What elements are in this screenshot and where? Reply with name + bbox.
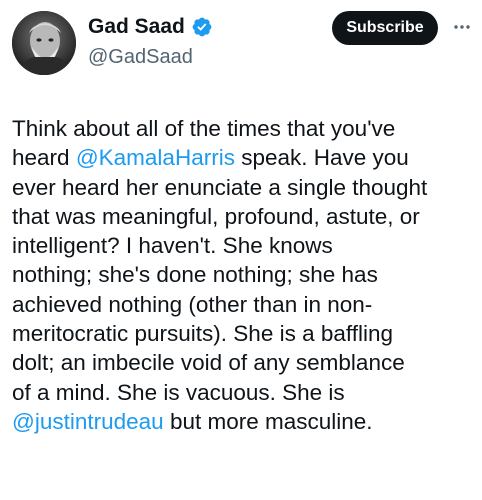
verified-badge-icon xyxy=(191,16,213,38)
tweet-text-line: @justintrudeau but more masculine. xyxy=(12,407,480,436)
tweet-text-line: meritocratic pursuits). She is a bafflin… xyxy=(12,319,480,348)
tweet-header: Gad Saad @GadSaad Subscribe xyxy=(0,0,482,80)
tweet-text-segment: dolt; an imbecile void of any semblance xyxy=(12,350,405,376)
tweet-text-line: ever heard her enunciate a single though… xyxy=(12,173,480,202)
mention-link[interactable]: @justintrudeau xyxy=(12,409,164,434)
tweet-text-segment: but more masculine. xyxy=(163,408,373,434)
author-display-name[interactable]: Gad Saad xyxy=(88,13,185,41)
tweet-text-line: Think about all of the times that you've xyxy=(12,114,480,143)
tweet-text-segment: speak. Have you xyxy=(234,145,409,171)
tweet-text-line: nothing; she's done nothing; she has xyxy=(12,260,480,289)
tweet-text-segment: meritocratic pursuits). She is a bafflin… xyxy=(12,321,393,347)
author-handle[interactable]: @GadSaad xyxy=(88,44,193,70)
tweet-text-segment: of a mind. She is vacuous. She is xyxy=(12,379,345,405)
author-avatar[interactable] xyxy=(12,11,76,75)
mention-link[interactable]: @KamalaHarris xyxy=(76,145,235,170)
tweet-text: Think about all of the times that you've… xyxy=(12,114,480,436)
tweet-text-line: achieved nothing (other than in non- xyxy=(12,290,480,319)
tweet-text-line: that was meaningful, profound, astute, o… xyxy=(12,202,480,231)
tweet-text-segment: achieved nothing (other than in non- xyxy=(12,291,373,317)
subscribe-button[interactable]: Subscribe xyxy=(332,11,438,45)
tweet-text-line: of a mind. She is vacuous. She is xyxy=(12,378,480,407)
tweet-text-line: dolt; an imbecile void of any semblance xyxy=(12,348,480,377)
author-name-row: Gad Saad xyxy=(88,13,213,41)
more-options-icon[interactable] xyxy=(449,14,475,40)
avatar-image xyxy=(12,11,76,75)
tweet-text-segment: ever heard her enunciate a single though… xyxy=(12,174,428,200)
tweet-text-segment: intelligent? I haven't. She knows xyxy=(12,233,333,259)
tweet-text-segment: nothing; she's done nothing; she has xyxy=(12,262,378,288)
tweet-text-segment: that was meaningful, profound, astute, o… xyxy=(12,203,420,229)
tweet-text-line: intelligent? I haven't. She knows xyxy=(12,231,480,260)
tweet-text-segment: Think about all of the times that you've xyxy=(12,116,396,141)
tweet-text-segment: heard xyxy=(12,145,76,171)
tweet-text-line: heard @KamalaHarris speak. Have you xyxy=(12,143,480,172)
